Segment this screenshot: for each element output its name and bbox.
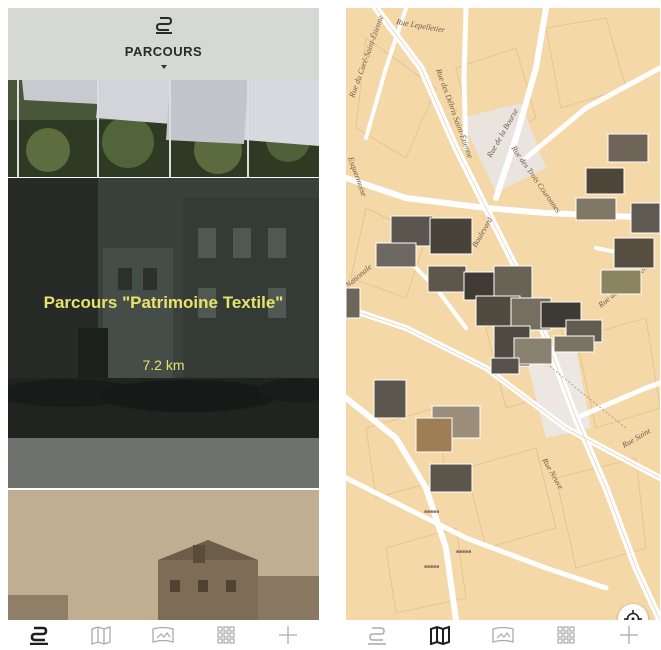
photo-marker [490,357,520,375]
plus-icon [619,626,638,644]
photo-marker [346,287,361,319]
photo-marker [630,202,660,234]
nav-add-button[interactable] [615,623,643,647]
photo-marker [575,197,617,221]
chevron-down-icon[interactable] [160,65,167,69]
card-image-flags [8,80,319,177]
photo-marker [585,167,625,195]
nav-map-button[interactable] [87,623,115,647]
photo-marker [600,269,642,295]
photo-marker [513,337,553,365]
route-icon [155,17,172,34]
panorama-icon [492,626,514,643]
photo-marker [373,379,407,419]
photo-marker [493,265,533,299]
card-image-street [8,490,319,620]
parcours-title: Parcours "Patrimoine Textile" [43,293,284,312]
map-poi-label: ■■■■■ [424,565,439,570]
parcours-card-textile[interactable]: Parcours "Patrimoine Textile" 7.2 km [8,178,319,488]
grid-icon [217,626,235,644]
photo-marker [390,215,434,247]
plus-icon [278,626,297,644]
nav-map-button[interactable] [426,623,454,647]
parcours-card-flags[interactable] [8,80,319,177]
bottom-nav [8,620,319,650]
parcours-header[interactable]: PARCOURS [8,8,319,80]
grid-icon [557,626,575,644]
photo-marker [375,242,417,268]
photo-marker [429,217,473,255]
photo-marker [427,265,467,293]
photo-marker [613,237,655,269]
panorama-icon [152,626,175,643]
photo-marker [553,335,595,353]
parcours-screen: PARCOURS Parcours "Patrimoine Textile" 7… [8,8,319,650]
map-icon [430,625,451,645]
page-title: PARCOURS [124,44,203,59]
photo-marker [607,133,649,163]
parcours-card-street[interactable] [8,490,319,620]
map-view[interactable]: Rue du Curé-Saint-Étienne Rue Lepelletie… [346,8,660,620]
nav-panorama-button[interactable] [489,623,517,647]
card-image-textile [8,178,319,488]
map-canvas: Rue du Curé-Saint-Étienne Rue Lepelletie… [346,8,660,620]
parcours-distance: 7.2 km [142,357,185,373]
photo-marker [429,463,473,493]
map-poi-label: ■■■■■ [424,510,439,515]
map-screen: Rue du Curé-Saint-Étienne Rue Lepelletie… [346,8,660,650]
nav-add-button[interactable] [274,623,302,647]
nav-grid-button[interactable] [212,623,240,647]
route-icon [368,627,387,645]
photo-marker [415,417,453,453]
nav-route-button[interactable] [363,623,391,647]
map-icon [91,626,111,645]
route-icon [30,626,49,645]
map-poi-label: ■■■■■ [456,550,471,555]
nav-route-button[interactable] [25,623,53,647]
nav-panorama-button[interactable] [149,623,177,647]
bottom-nav [346,620,660,650]
nav-grid-button[interactable] [552,623,580,647]
